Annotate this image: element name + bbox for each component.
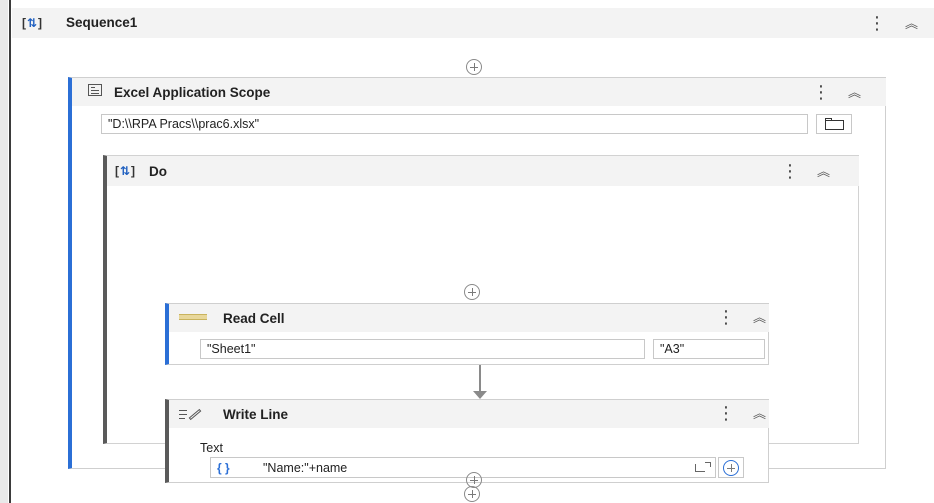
kebab-icon[interactable]: ⋮ bbox=[868, 14, 886, 32]
add-activity-icon[interactable] bbox=[466, 472, 482, 488]
excel-scope-header[interactable]: Excel Application Scope ⋮ ︽ bbox=[72, 78, 886, 106]
add-activity-icon[interactable] bbox=[466, 59, 482, 75]
folder-icon[interactable] bbox=[816, 114, 852, 134]
read-cell-activity[interactable]: Read Cell ⋮ ︽ "Sheet1" "A3" bbox=[165, 303, 769, 365]
text-property-label: Text bbox=[200, 441, 223, 455]
add-activity-icon[interactable] bbox=[464, 284, 480, 300]
expand-editor-icon[interactable] bbox=[695, 462, 711, 472]
sequence-header[interactable]: [⇅] Sequence1 ⋮ ︽ bbox=[12, 8, 934, 38]
expression-badge: { } bbox=[217, 461, 230, 475]
workbook-path-field[interactable]: "D:\\RPA Pracs\\prac6.xlsx" bbox=[101, 114, 808, 134]
do-header[interactable]: [⇅] Do ⋮ ︽ bbox=[107, 156, 859, 186]
text-expression-field[interactable]: { } "Name:"+name bbox=[210, 457, 716, 478]
do-title: Do bbox=[149, 164, 167, 179]
collapse-chevron-icon[interactable]: ︽ bbox=[753, 407, 766, 420]
sheet-name-field[interactable]: "Sheet1" bbox=[200, 339, 645, 359]
write-line-header[interactable]: Write Line ⋮ ︽ bbox=[169, 400, 769, 428]
workspace-edge-line bbox=[9, 0, 11, 503]
write-line-activity[interactable]: Write Line ⋮ ︽ Text { } "Name:"+name bbox=[165, 399, 769, 483]
excel-scope-title: Excel Application Scope bbox=[114, 85, 271, 100]
read-cell-header[interactable]: Read Cell ⋮ ︽ bbox=[169, 304, 769, 332]
do-container[interactable]: [⇅] Do ⋮ ︽ Read Cell ⋮ ︽ "Sheet1" "A3" W… bbox=[103, 155, 859, 502]
kebab-icon[interactable]: ⋮ bbox=[717, 308, 735, 326]
collapse-chevron-icon[interactable]: ︽ bbox=[817, 165, 830, 178]
read-cell-icon bbox=[179, 314, 207, 320]
text-expression-value: "Name:"+name bbox=[263, 461, 348, 475]
kebab-icon[interactable]: ⋮ bbox=[717, 404, 735, 422]
add-argument-button[interactable] bbox=[718, 457, 744, 478]
collapse-chevron-icon[interactable]: ︽ bbox=[848, 86, 861, 99]
collapse-chevron-icon[interactable]: ︽ bbox=[753, 311, 766, 324]
workspace-edge bbox=[0, 0, 8, 503]
connector-arrow-icon bbox=[473, 391, 487, 399]
kebab-icon[interactable]: ⋮ bbox=[812, 83, 830, 101]
collapse-chevron-icon[interactable]: ︽ bbox=[905, 17, 918, 30]
sequence-title: Sequence1 bbox=[66, 15, 138, 30]
sequence-icon: [⇅] bbox=[114, 164, 136, 178]
excel-scope-container[interactable]: Excel Application Scope ⋮ ︽ "D:\\RPA Pra… bbox=[68, 77, 886, 502]
add-activity-icon[interactable] bbox=[464, 486, 480, 502]
write-line-icon bbox=[179, 406, 203, 422]
write-line-title: Write Line bbox=[223, 407, 289, 422]
kebab-icon[interactable]: ⋮ bbox=[781, 162, 799, 180]
connector-line bbox=[479, 365, 481, 393]
sequence-icon: [⇅] bbox=[21, 16, 43, 30]
cell-address-field[interactable]: "A3" bbox=[653, 339, 765, 359]
add-argument-icon[interactable] bbox=[723, 460, 739, 476]
read-cell-title: Read Cell bbox=[223, 311, 285, 326]
excel-scope-icon bbox=[88, 84, 102, 96]
